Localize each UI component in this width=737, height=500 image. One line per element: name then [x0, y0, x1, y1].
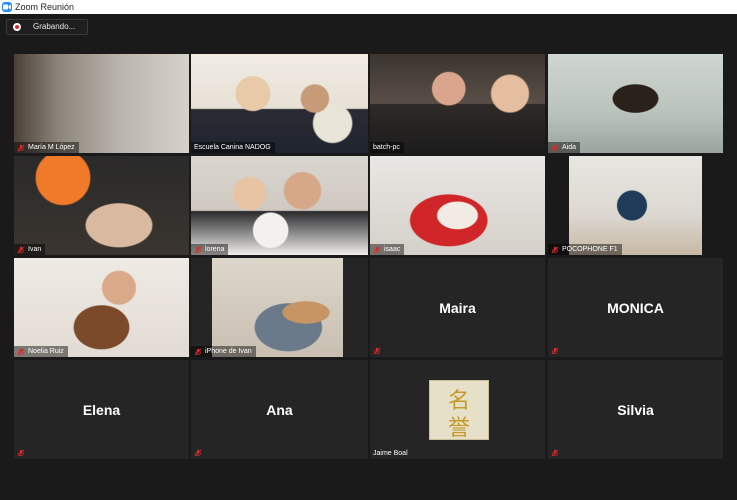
participant-tile-pocophone[interactable]: POCOPHONE F1: [548, 156, 723, 255]
video-feed: [370, 156, 545, 255]
participant-name: POCOPHONE F1: [562, 245, 618, 253]
recording-label: Grabando...: [33, 22, 76, 31]
participant-name-tag: isaac: [370, 244, 405, 255]
video-feed: [191, 156, 368, 255]
participant-name-large: MONICA: [607, 299, 664, 316]
participant-name-tag: María M López: [14, 142, 79, 153]
profile-picture: 名 誉: [429, 380, 489, 441]
participant-name-tag: POCOPHONE F1: [548, 244, 622, 255]
participant-tile-noelia[interactable]: Noelia Ruiz: [14, 258, 189, 357]
title-bar: Zoom Reunión: [0, 0, 737, 14]
participant-tile-lorena[interactable]: lorena: [191, 156, 368, 255]
participant-tile-elena[interactable]: Elena: [14, 360, 189, 459]
participant-tile-ivan[interactable]: Ivan: [14, 156, 189, 255]
video-feed: [548, 54, 723, 153]
video-feed: [191, 54, 368, 153]
muted-mic-icon: [551, 143, 559, 152]
participant-name: isaac: [384, 245, 401, 253]
muted-mic-icon: [17, 245, 25, 254]
muted-mic-icon: [551, 245, 559, 254]
participant-tile-jaime[interactable]: 名 誉 Jaime Boal: [370, 360, 545, 459]
avatar-glyph: 誉: [447, 416, 470, 441]
participant-tile-iphone-ivan[interactable]: iPhone de Ivan: [191, 258, 368, 357]
participant-tile-silvia[interactable]: Silvia: [548, 360, 723, 459]
muted-mic-icon: [17, 449, 25, 457]
participant-name-tag: Noelia Ruiz: [14, 346, 68, 357]
participant-tile-batch-pc[interactable]: batch-pc: [370, 54, 545, 153]
participant-name-tag: Aida: [548, 142, 581, 153]
participant-tile-isaac[interactable]: isaac: [370, 156, 545, 255]
participant-name-large: Elena: [82, 401, 121, 418]
muted-mic-icon: [17, 143, 25, 152]
participant-name: Ivan: [28, 245, 42, 253]
video-feed: [548, 156, 723, 255]
participant-name: iPhone de Ivan: [205, 347, 252, 355]
zoom-app-icon: [2, 2, 12, 12]
participant-tile-escuela-canina[interactable]: Escuela Canina NADOG: [191, 54, 368, 153]
muted-mic-icon: [194, 449, 202, 457]
participant-name: María M López: [28, 143, 75, 151]
muted-mic-icon: [373, 347, 381, 355]
participant-name-tag: Jaime Boal: [370, 448, 412, 459]
participant-name-tag: Ivan: [14, 244, 46, 255]
participant-tile-aida[interactable]: Aida: [548, 54, 723, 153]
video-feed: [14, 54, 189, 153]
muted-mic-icon: [17, 347, 25, 356]
window-title: Zoom Reunión: [15, 2, 75, 12]
muted-mic-icon: [551, 347, 559, 355]
participant-name-tag: Escuela Canina NADOG: [191, 142, 275, 153]
muted-mic-icon: [551, 449, 559, 457]
participant-tile-monica[interactable]: MONICA: [548, 258, 723, 357]
participant-name: Aida: [562, 143, 577, 151]
recording-indicator[interactable]: Grabando...: [6, 19, 88, 35]
record-dot-icon: [13, 23, 21, 31]
participant-name-large: Ana: [266, 401, 293, 418]
video-feed: [370, 54, 545, 153]
participant-name: lorena: [205, 245, 225, 253]
participant-tile-ana[interactable]: Ana: [191, 360, 368, 459]
muted-mic-icon: [373, 245, 381, 254]
participant-name-tag: batch-pc: [370, 142, 404, 153]
muted-mic-icon: [194, 245, 202, 254]
participant-name-large: Silvia: [617, 401, 654, 418]
participant-name-large: Maira: [439, 299, 476, 316]
video-feed: [14, 258, 189, 357]
participant-name-tag: iPhone de Ivan: [191, 346, 256, 357]
video-feed: [191, 258, 368, 357]
participant-name: batch-pc: [373, 143, 400, 151]
video-feed: [14, 156, 189, 255]
muted-mic-icon: [194, 347, 202, 356]
participant-name-tag: lorena: [191, 244, 229, 255]
participant-name: Jaime Boal: [373, 449, 408, 457]
participant-name: Noelia Ruiz: [28, 347, 64, 355]
participant-tile-maira[interactable]: Maira: [370, 258, 545, 357]
participant-name: Escuela Canina NADOG: [194, 143, 271, 151]
participant-tile-maria[interactable]: María M López: [14, 54, 189, 153]
